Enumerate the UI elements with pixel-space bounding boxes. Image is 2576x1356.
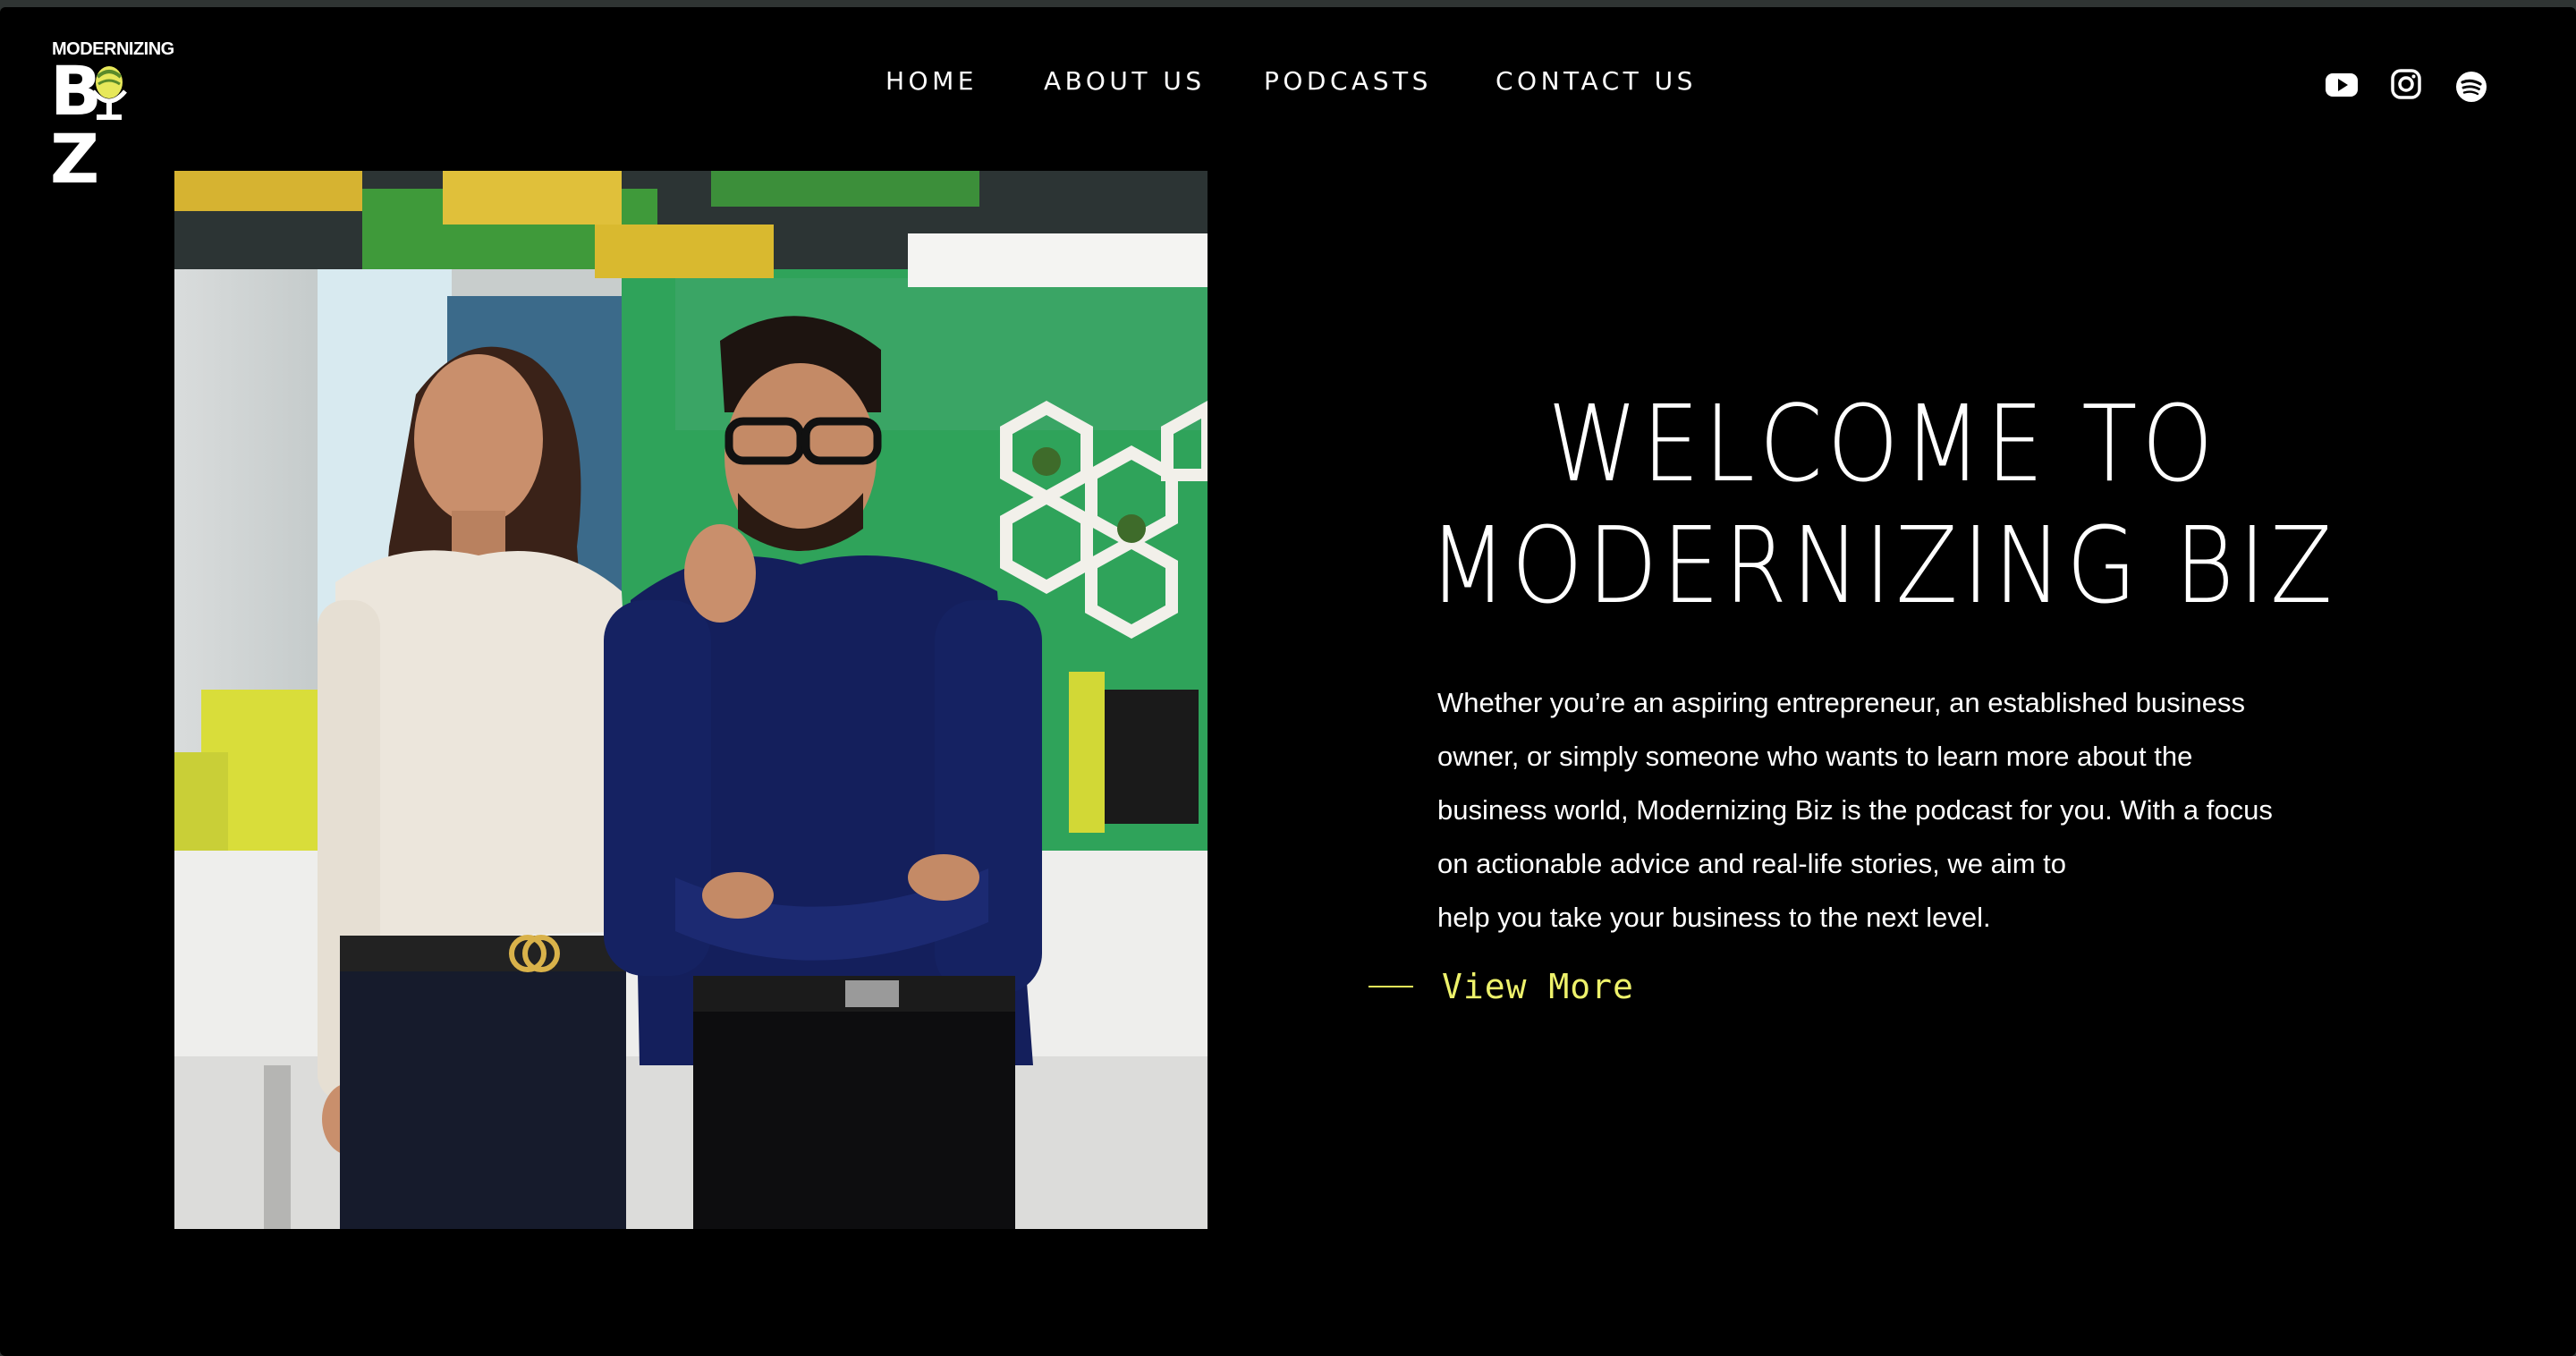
nav-about-us[interactable]: ABOUT US [1044,66,1206,96]
spotify-icon[interactable] [2453,69,2489,105]
description-line: business world, Modernizing Biz is the p… [1437,794,2273,826]
description-line: help you take your business to the next … [1437,902,1991,933]
description-line: on actionable advice and real-life stori… [1437,848,2067,879]
nav-podcasts[interactable]: PODCASTS [1264,66,1432,96]
instagram-icon[interactable] [2388,66,2424,102]
hero-title-line-2: MODERNIZING BIZ [1428,504,2337,627]
hero-title-line-1: WELCOME TO [1547,382,2218,505]
nav-home[interactable]: HOME [886,66,978,96]
main-nav: HOME ABOUT US PODCASTS CONTACT US [0,66,2576,102]
hero-title: WELCOME TO MODERNIZING BIZ [1418,383,2349,626]
hero-description: Whether you’re an aspiring entrepreneur,… [1437,676,2332,945]
nav-contact-us[interactable]: CONTACT US [1496,66,1697,96]
view-more-link[interactable]: View More [1368,964,1634,1009]
youtube-icon[interactable] [2324,66,2360,102]
office-photo-illustration [174,171,1208,1229]
description-line: Whether you’re an aspiring entrepreneur,… [1437,687,2245,718]
dash-decoration [1368,986,1413,987]
page: MODERNIZING BZ HOME ABOUT US PODCASTS CO… [0,7,2576,1356]
hero-photo [174,171,1208,1229]
description-line: owner, or simply someone who wants to le… [1437,741,2193,772]
view-more-label: View More [1442,967,1634,1006]
